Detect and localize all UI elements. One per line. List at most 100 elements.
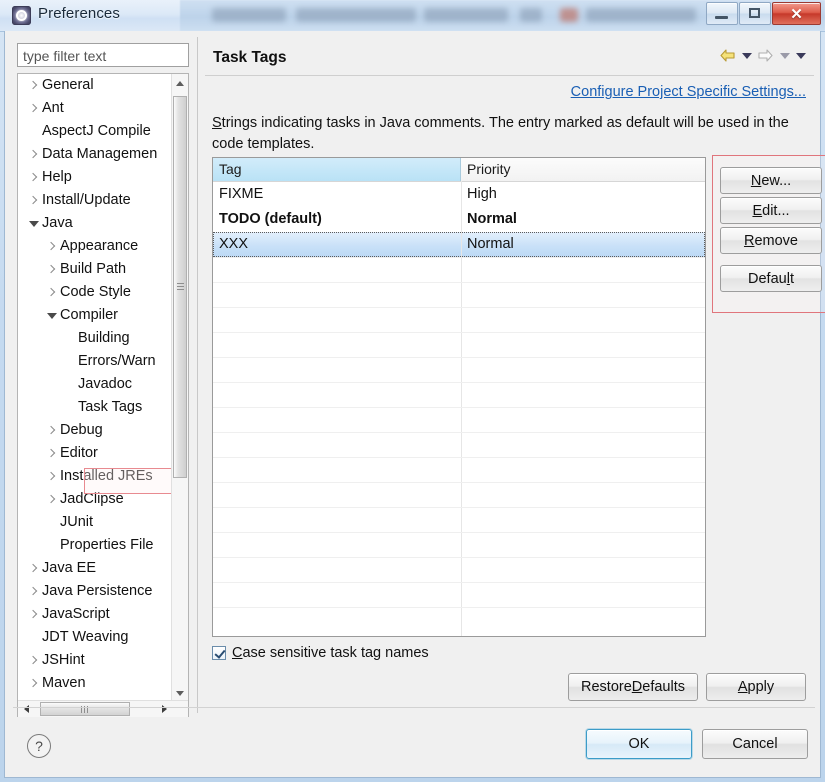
tree-twisty-collapsed-icon[interactable] xyxy=(26,97,40,120)
sidebar-item-label: Building xyxy=(78,330,130,346)
tree-twisty-collapsed-icon[interactable] xyxy=(44,465,58,488)
sidebar-item-label: Ant xyxy=(42,100,64,116)
sidebar-item-label: JavaScript xyxy=(42,606,110,622)
maximize-button[interactable] xyxy=(739,2,771,25)
case-sensitive-checkbox[interactable] xyxy=(212,646,226,660)
task-tags-table[interactable]: Tag Priority FIXME High TODO (default) Norm… xyxy=(212,157,706,637)
tree-twisty-collapsed-icon[interactable] xyxy=(26,189,40,212)
sidebar-item-build-path[interactable]: Build Path xyxy=(18,258,176,281)
sidebar-item-java[interactable]: Java xyxy=(18,212,176,235)
tree-twisty-collapsed-icon[interactable] xyxy=(26,166,40,189)
sidebar-item-aspectj-compile[interactable]: AspectJ Compile xyxy=(18,120,176,143)
table-row[interactable]: TODO (default) Normal xyxy=(213,207,705,232)
sidebar-item-label: Java Persistence xyxy=(42,583,153,599)
sidebar-item-javadoc[interactable]: Javadoc xyxy=(18,373,176,396)
close-button[interactable]: ✕ xyxy=(772,2,821,25)
footer-divider xyxy=(13,707,815,708)
ok-button[interactable]: OK xyxy=(586,729,692,759)
back-arrow-icon[interactable] xyxy=(719,48,736,63)
tree-twisty-collapsed-icon[interactable] xyxy=(26,143,40,166)
background-window-blur xyxy=(586,8,696,22)
sidebar-item-compiler[interactable]: Compiler xyxy=(18,304,176,327)
tree-twisty-collapsed-icon[interactable] xyxy=(26,603,40,626)
cancel-button[interactable]: Cancel xyxy=(702,729,808,759)
page-action-buttons: Restore Defaults Apply xyxy=(560,673,806,701)
tree-twisty-collapsed-icon[interactable] xyxy=(44,488,58,511)
preference-tree-panel[interactable]: General Ant AspectJ Compile Data Managemen H… xyxy=(17,73,189,719)
sidebar-item-general[interactable]: General xyxy=(18,74,176,97)
tree-twisty-collapsed-icon[interactable] xyxy=(26,649,40,672)
tree-twisty-collapsed-icon[interactable] xyxy=(26,74,40,97)
preferences-gear-icon xyxy=(12,6,31,25)
tree-twisty-collapsed-icon[interactable] xyxy=(26,672,40,695)
button-mnemonic: D xyxy=(631,679,643,695)
column-header-tag[interactable]: Tag xyxy=(213,158,461,181)
sidebar-item-code-style[interactable]: Code Style xyxy=(18,281,176,304)
sidebar-item-maven[interactable]: Maven xyxy=(18,672,176,695)
table-grid-line xyxy=(213,282,705,283)
sidebar-item-install-update[interactable]: Install/Update xyxy=(18,189,176,212)
scroll-up-arrow-icon[interactable] xyxy=(172,74,188,91)
sidebar-item-java-ee[interactable]: Java EE xyxy=(18,557,176,580)
tree-twisty-collapsed-icon[interactable] xyxy=(44,442,58,465)
minimize-button[interactable] xyxy=(706,2,738,25)
sidebar-item-junit[interactable]: JUnit xyxy=(18,511,176,534)
sidebar-item-java-persistence[interactable]: Java Persistence xyxy=(18,580,176,603)
tree-twisty-collapsed-icon[interactable] xyxy=(26,557,40,580)
tree-twisty-expanded-icon[interactable] xyxy=(44,304,58,327)
default-button[interactable]: Defau l t xyxy=(720,265,822,292)
edit-button[interactable]: Edit... xyxy=(720,197,822,224)
sidebar-item-task-tags[interactable]: Task Tags xyxy=(18,396,176,419)
cell-priority: Normal xyxy=(467,236,514,252)
tree-scrollbar-thumb[interactable] xyxy=(173,96,187,478)
button-label-pre: Defau xyxy=(748,270,787,287)
sidebar-item-jadclipse[interactable]: JadClipse xyxy=(18,488,176,511)
configure-project-specific-settings-link[interactable]: Configure Project Specific Settings... xyxy=(571,84,806,100)
filter-input[interactable]: type filter text xyxy=(17,43,189,67)
sidebar-item-javascript[interactable]: JavaScript xyxy=(18,603,176,626)
back-history-chevron-down-icon[interactable] xyxy=(741,49,752,62)
sidebar-item-data-managemen[interactable]: Data Managemen xyxy=(18,143,176,166)
sidebar-item-building[interactable]: Building xyxy=(18,327,176,350)
tree-twisty-expanded-icon[interactable] xyxy=(26,212,40,235)
tree-horizontal-scrollbar[interactable] xyxy=(18,700,188,718)
tree-hscrollbar-thumb[interactable] xyxy=(40,702,130,716)
sidebar-item-installed-jres[interactable]: Installed JREs xyxy=(18,465,176,488)
title-bar[interactable]: Preferences ✕ xyxy=(0,0,825,32)
case-sensitive-checkbox-row[interactable]: Case sensitive task tag names xyxy=(212,645,429,661)
tree-vertical-scrollbar[interactable] xyxy=(171,74,188,702)
tree-twisty-collapsed-icon[interactable] xyxy=(44,281,58,304)
button-mnemonic: R xyxy=(743,232,755,249)
help-icon[interactable]: ? xyxy=(27,734,51,758)
sidebar-item-help[interactable]: Help xyxy=(18,166,176,189)
sidebar-item-debug[interactable]: Debug xyxy=(18,419,176,442)
column-header-priority[interactable]: Priority xyxy=(461,158,705,181)
window-controls: ✕ xyxy=(705,2,821,25)
tree-twisty-collapsed-icon[interactable] xyxy=(44,258,58,281)
sidebar-item-errors-warn[interactable]: Errors/Warn xyxy=(18,350,176,373)
sidebar-item-properties-file[interactable]: Properties File xyxy=(18,534,176,557)
description-mnemonic: S xyxy=(212,115,222,131)
sidebar-item-editor[interactable]: Editor xyxy=(18,442,176,465)
sidebar-item-jdt-weaving[interactable]: JDT Weaving xyxy=(18,626,176,649)
background-window-blur xyxy=(296,8,416,22)
preference-tree[interactable]: General Ant AspectJ Compile Data Managemen H… xyxy=(18,74,176,702)
sidebar-item-ant[interactable]: Ant xyxy=(18,97,176,120)
view-menu-chevron-down-icon[interactable] xyxy=(795,49,806,62)
remove-button[interactable]: Remove xyxy=(720,227,822,254)
apply-button[interactable]: Apply xyxy=(706,673,806,701)
sidebar-item-jshint[interactable]: JSHint xyxy=(18,649,176,672)
page-navigation xyxy=(714,48,806,63)
preferences-dialog-window: Preferences ✕ type filter text General An… xyxy=(0,0,825,782)
restore-defaults-button[interactable]: Restore Defaults xyxy=(568,673,698,701)
tree-twisty-collapsed-icon[interactable] xyxy=(26,580,40,603)
tree-twisty-collapsed-icon[interactable] xyxy=(44,419,58,442)
table-row[interactable]: XXX Normal xyxy=(213,232,705,257)
table-row[interactable]: FIXME High xyxy=(213,182,705,207)
button-label-post: emove xyxy=(754,232,798,249)
sidebar-item-appearance[interactable]: Appearance xyxy=(18,235,176,258)
tree-twisty-collapsed-icon[interactable] xyxy=(44,235,58,258)
scroll-left-arrow-icon[interactable] xyxy=(18,701,35,717)
new-button[interactable]: New... xyxy=(720,167,822,194)
scroll-right-arrow-icon[interactable] xyxy=(156,701,173,717)
